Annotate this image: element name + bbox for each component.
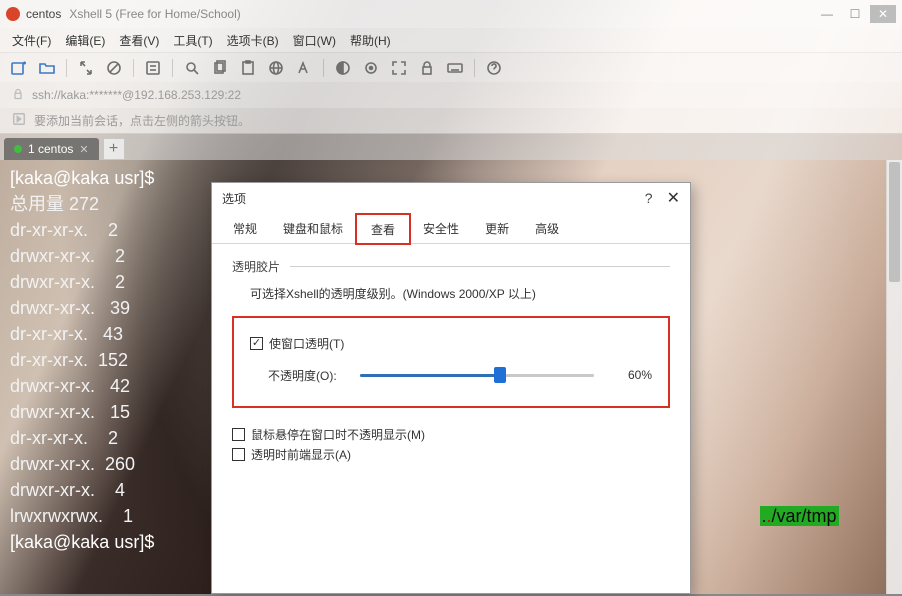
divider xyxy=(290,266,670,267)
opacity-value: 60% xyxy=(608,368,652,382)
terminal-line: lrwxrwxrwx. 1 xyxy=(10,506,133,526)
tab-keyboard-mouse[interactable]: 键盘和鼠标 xyxy=(270,213,356,243)
terminal-line: drwxr-xr-x. 15 xyxy=(10,402,130,422)
window-titlebar: centos Xshell 5 (Free for Home/School) —… xyxy=(0,0,902,28)
checkbox-label: 使窗口透明(T) xyxy=(269,335,344,352)
terminal-line: drwxr-xr-x. 260 xyxy=(10,454,135,474)
checkbox-window-transparent[interactable]: ✓ 使窗口透明(T) xyxy=(250,335,652,352)
terminal-line: dr-xr-xr-x. 2 xyxy=(10,220,118,240)
lock-icon[interactable] xyxy=(418,59,436,77)
open-session-icon[interactable] xyxy=(38,59,56,77)
tab-general[interactable]: 常规 xyxy=(220,213,270,243)
reconnect-icon[interactable] xyxy=(77,59,95,77)
dialog-close-button[interactable]: ✕ xyxy=(667,188,680,208)
dialog-help-button[interactable]: ? xyxy=(645,190,653,206)
terminal-link: ../var/tmp xyxy=(760,506,839,526)
checkbox-icon xyxy=(232,428,245,441)
checkbox-hover-opaque[interactable]: 鼠标悬停在窗口时不透明显示(M) xyxy=(232,426,670,443)
terminal-line: dr-xr-xr-x. 2 xyxy=(10,428,118,448)
terminal-line: [kaka@kaka usr]$ xyxy=(10,168,154,188)
checkbox-front-when-transparent[interactable]: 透明时前端显示(A) xyxy=(232,446,670,463)
session-tabstrip: 1 centos ✕ + xyxy=(0,134,902,160)
menu-window[interactable]: 窗口(W) xyxy=(293,32,336,49)
menu-bar: 文件(F) 编辑(E) 查看(V) 工具(T) 选项卡(B) 窗口(W) 帮助(… xyxy=(0,28,902,52)
terminal-line: drwxr-xr-x. 39 xyxy=(10,298,130,318)
maximize-button[interactable]: ☐ xyxy=(842,5,868,23)
help-icon[interactable] xyxy=(485,59,503,77)
checkbox-icon xyxy=(232,448,245,461)
address-text[interactable]: ssh://kaka:*******@192.168.253.129:22 xyxy=(32,88,241,102)
hint-bar: 要添加当前会话，点击左侧的箭头按钮。 xyxy=(0,108,902,134)
vertical-scrollbar[interactable] xyxy=(886,160,902,594)
status-dot-icon xyxy=(14,145,22,153)
tab-close-icon[interactable]: ✕ xyxy=(79,143,88,156)
highlight-icon[interactable] xyxy=(362,59,380,77)
terminal-line: drwxr-xr-x. 4 xyxy=(10,480,125,500)
app-logo-icon xyxy=(6,7,20,21)
app-title: Xshell 5 (Free for Home/School) xyxy=(69,7,240,21)
slider-thumb-icon[interactable] xyxy=(494,367,506,383)
close-button[interactable]: ✕ xyxy=(870,5,896,23)
address-bar: ssh://kaka:*******@192.168.253.129:22 xyxy=(0,82,902,108)
menu-file[interactable]: 文件(F) xyxy=(12,32,51,49)
copy-icon[interactable] xyxy=(211,59,229,77)
terminal-line: [kaka@kaka usr]$ xyxy=(10,532,154,552)
color-scheme-icon[interactable] xyxy=(334,59,352,77)
terminal-line: drwxr-xr-x. 42 xyxy=(10,376,130,396)
tab-update[interactable]: 更新 xyxy=(472,213,522,243)
dialog-tabs: 常规 键盘和鼠标 查看 安全性 更新 高级 xyxy=(212,213,690,244)
menu-edit[interactable]: 编辑(E) xyxy=(65,32,105,49)
main-toolbar xyxy=(0,52,902,82)
terminal-line: drwxr-xr-x. 2 xyxy=(10,246,125,266)
checkbox-label: 鼠标悬停在窗口时不透明显示(M) xyxy=(251,426,425,443)
options-dialog: 选项 ? ✕ 常规 键盘和鼠标 查看 安全性 更新 高级 透明胶片 可选择Xsh… xyxy=(211,182,691,594)
menu-tools[interactable]: 工具(T) xyxy=(173,32,212,49)
section-desc: 可选择Xshell的透明度级别。(Windows 2000/XP 以上) xyxy=(232,285,670,302)
section-title: 透明胶片 xyxy=(232,258,280,275)
dialog-titlebar: 选项 ? ✕ xyxy=(212,183,690,213)
lock-small-icon xyxy=(12,88,24,103)
checkbox-label: 透明时前端显示(A) xyxy=(251,446,351,463)
hint-text: 要添加当前会话，点击左侧的箭头按钮。 xyxy=(34,112,250,129)
terminal-line: 总用量 272 xyxy=(10,194,99,214)
opacity-label: 不透明度(O): xyxy=(250,367,346,384)
paste-icon[interactable] xyxy=(239,59,257,77)
menu-view[interactable]: 查看(V) xyxy=(119,32,159,49)
terminal-line: dr-xr-xr-x. 152 xyxy=(10,350,128,370)
terminal-line: drwxr-xr-x. 2 xyxy=(10,272,125,292)
arrow-add-icon[interactable] xyxy=(12,112,26,129)
opacity-slider[interactable] xyxy=(360,366,594,384)
disconnect-icon[interactable] xyxy=(105,59,123,77)
new-session-icon[interactable] xyxy=(10,59,28,77)
tab-advanced[interactable]: 高级 xyxy=(522,213,572,243)
terminal-line: dr-xr-xr-x. 43 xyxy=(10,324,123,344)
dialog-body: 透明胶片 可选择Xshell的透明度级别。(Windows 2000/XP 以上… xyxy=(212,244,690,480)
add-tab-button[interactable]: + xyxy=(103,138,125,160)
minimize-button[interactable]: — xyxy=(814,5,840,23)
properties-icon[interactable] xyxy=(144,59,162,77)
session-name: centos xyxy=(26,7,61,21)
fullscreen-icon[interactable] xyxy=(390,59,408,77)
keyboard-icon[interactable] xyxy=(446,59,464,77)
tab-security[interactable]: 安全性 xyxy=(410,213,472,243)
highlight-box: ✓ 使窗口透明(T) 不透明度(O): 60% xyxy=(232,316,670,408)
menu-help[interactable]: 帮助(H) xyxy=(350,32,391,49)
tab-view[interactable]: 查看 xyxy=(356,214,410,244)
checkbox-icon: ✓ xyxy=(250,337,263,350)
dialog-title: 选项 xyxy=(222,190,246,207)
session-tab[interactable]: 1 centos ✕ xyxy=(4,138,99,160)
globe-icon[interactable] xyxy=(267,59,285,77)
font-icon[interactable] xyxy=(295,59,313,77)
find-icon[interactable] xyxy=(183,59,201,77)
menu-tabs[interactable]: 选项卡(B) xyxy=(227,32,279,49)
session-tab-label: 1 centos xyxy=(28,142,73,156)
